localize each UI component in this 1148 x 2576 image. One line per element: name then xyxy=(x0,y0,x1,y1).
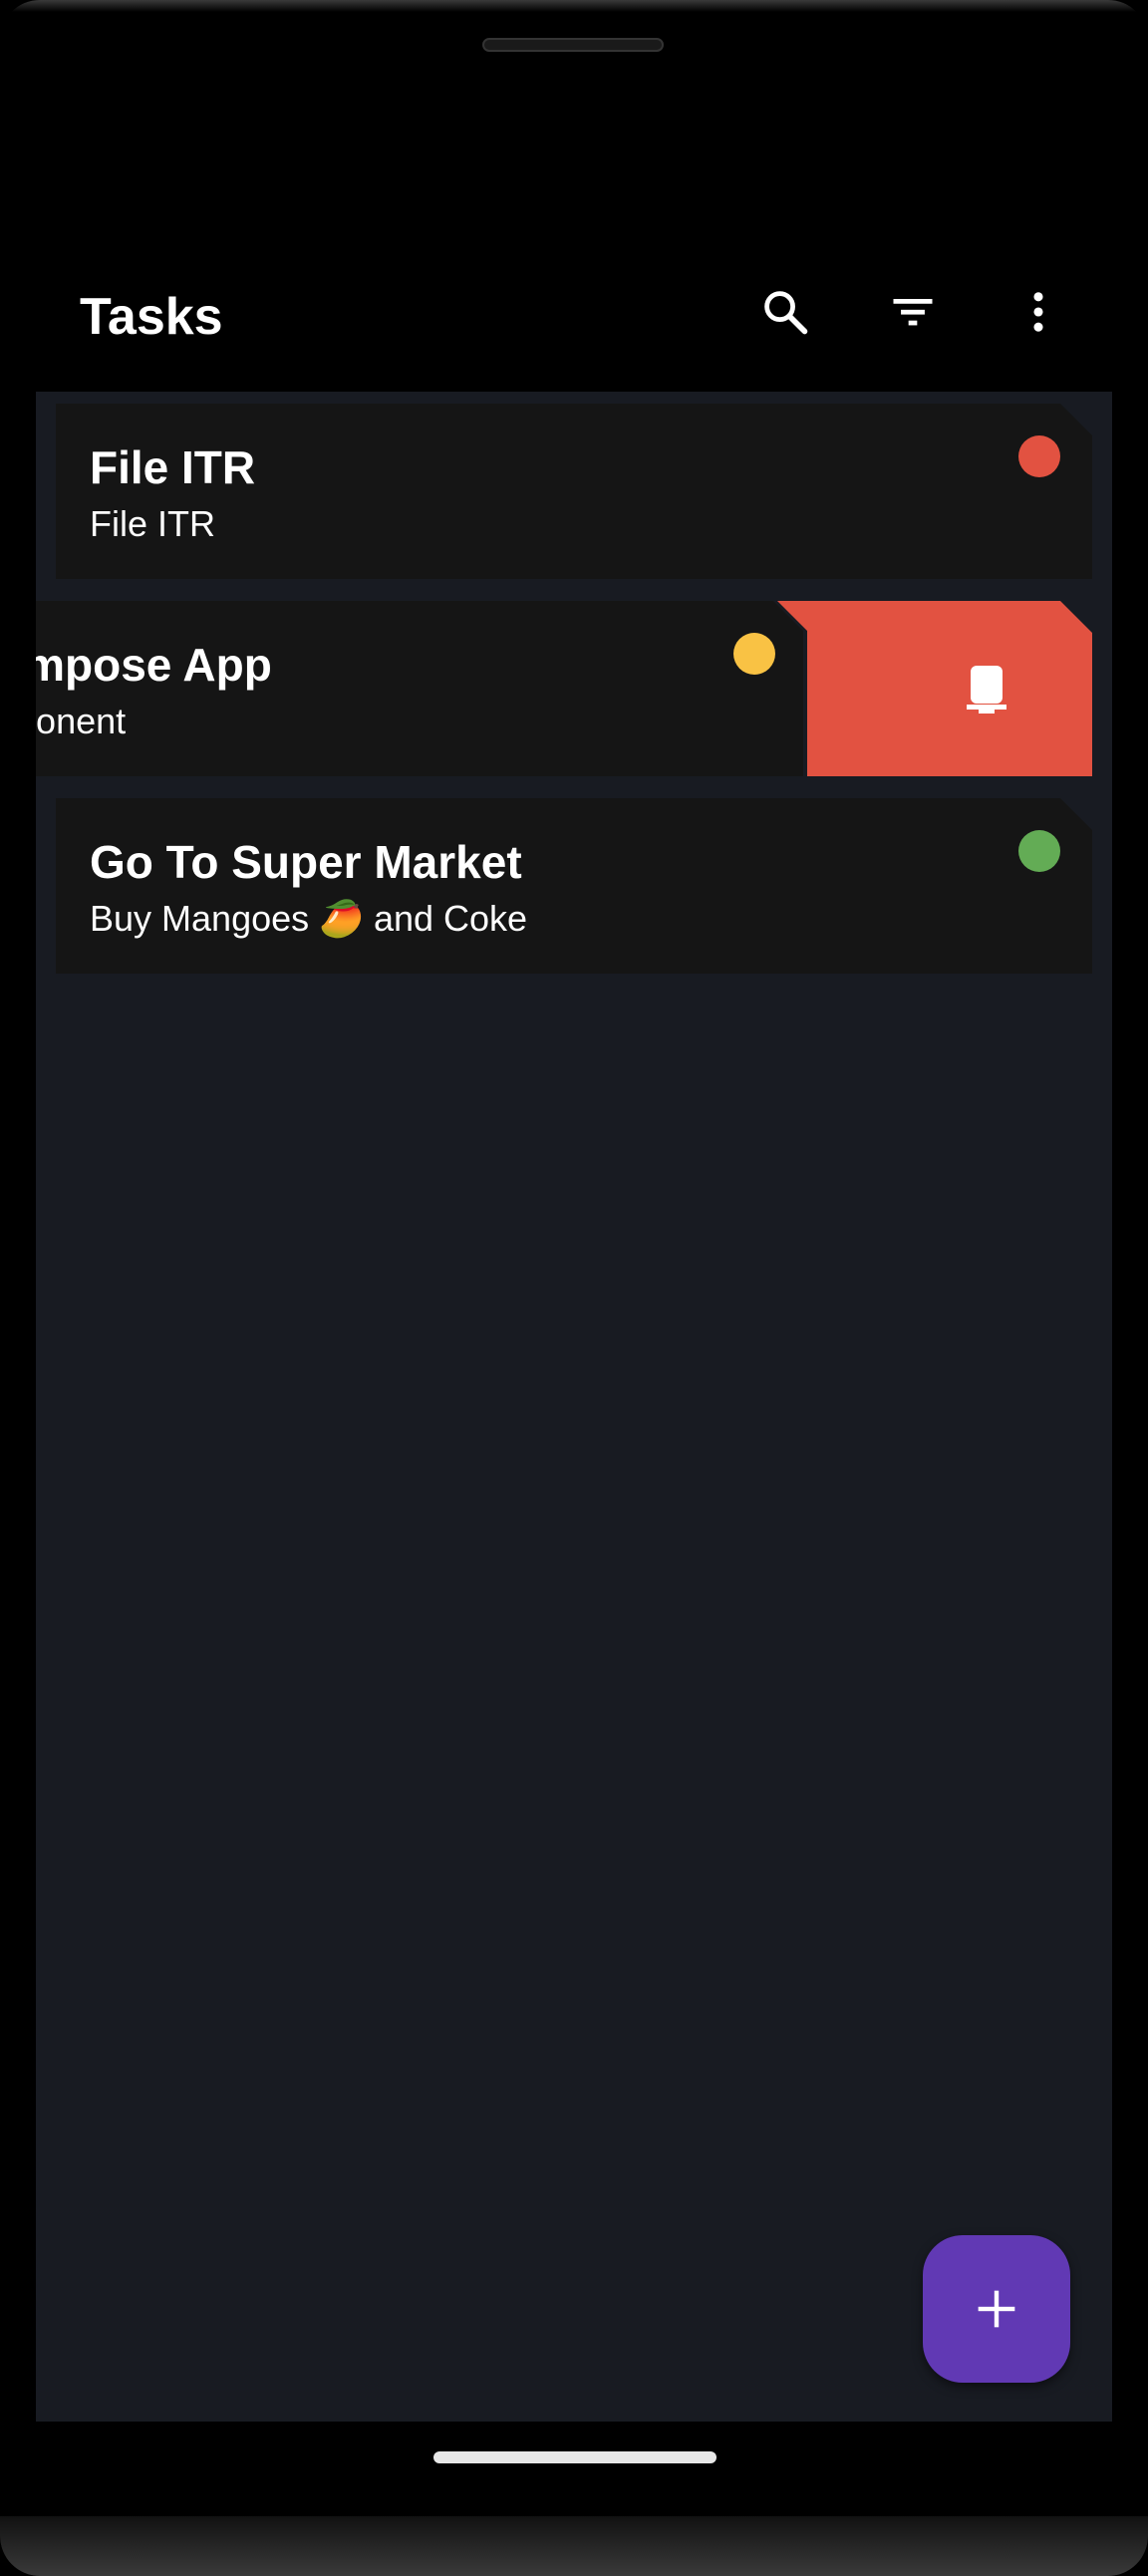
device-frame: Tasks File ITR File ITR mpose App onent … xyxy=(0,0,1148,2576)
more-vert-icon[interactable] xyxy=(999,272,1078,352)
device-top-edge xyxy=(0,0,1148,12)
task-list[interactable]: File ITR File ITR ompose App nponent xyxy=(36,392,1112,2422)
speaker-grille xyxy=(482,38,664,52)
search-icon[interactable] xyxy=(745,272,825,352)
app-screen: Tasks File ITR File ITR mpose App onent … xyxy=(36,244,1112,2422)
task-title: File ITR xyxy=(90,441,256,493)
task-title: ompose App xyxy=(36,639,272,691)
task-card[interactable]: Go To Super Market Buy Mangoes 🥭 and Cok… xyxy=(56,798,1092,974)
top-app-bar: Tasks xyxy=(36,244,1112,392)
task-card[interactable]: ompose App nponent xyxy=(36,601,803,776)
priority-indicator xyxy=(1018,830,1060,872)
task-description: nponent xyxy=(36,701,127,741)
add-icon xyxy=(978,2290,1015,2328)
task-description: File ITR xyxy=(90,503,215,544)
priority-indicator xyxy=(733,633,775,675)
add-task-button[interactable] xyxy=(923,2235,1070,2383)
task-title: Go To Super Market xyxy=(90,836,522,888)
page-title: Tasks xyxy=(80,288,223,346)
priority-indicator xyxy=(1018,435,1060,477)
swipe-delete-background[interactable] xyxy=(777,601,1092,776)
delete-icon[interactable] xyxy=(957,659,1016,718)
system-navigation-bar xyxy=(36,2422,1112,2516)
filter-icon[interactable] xyxy=(873,272,953,352)
task-card[interactable]: File ITR File ITR xyxy=(56,404,1092,579)
task-description: Buy Mangoes 🥭 and Coke xyxy=(90,898,528,939)
device-bottom-edge xyxy=(0,2516,1148,2576)
home-indicator[interactable] xyxy=(433,2451,717,2463)
